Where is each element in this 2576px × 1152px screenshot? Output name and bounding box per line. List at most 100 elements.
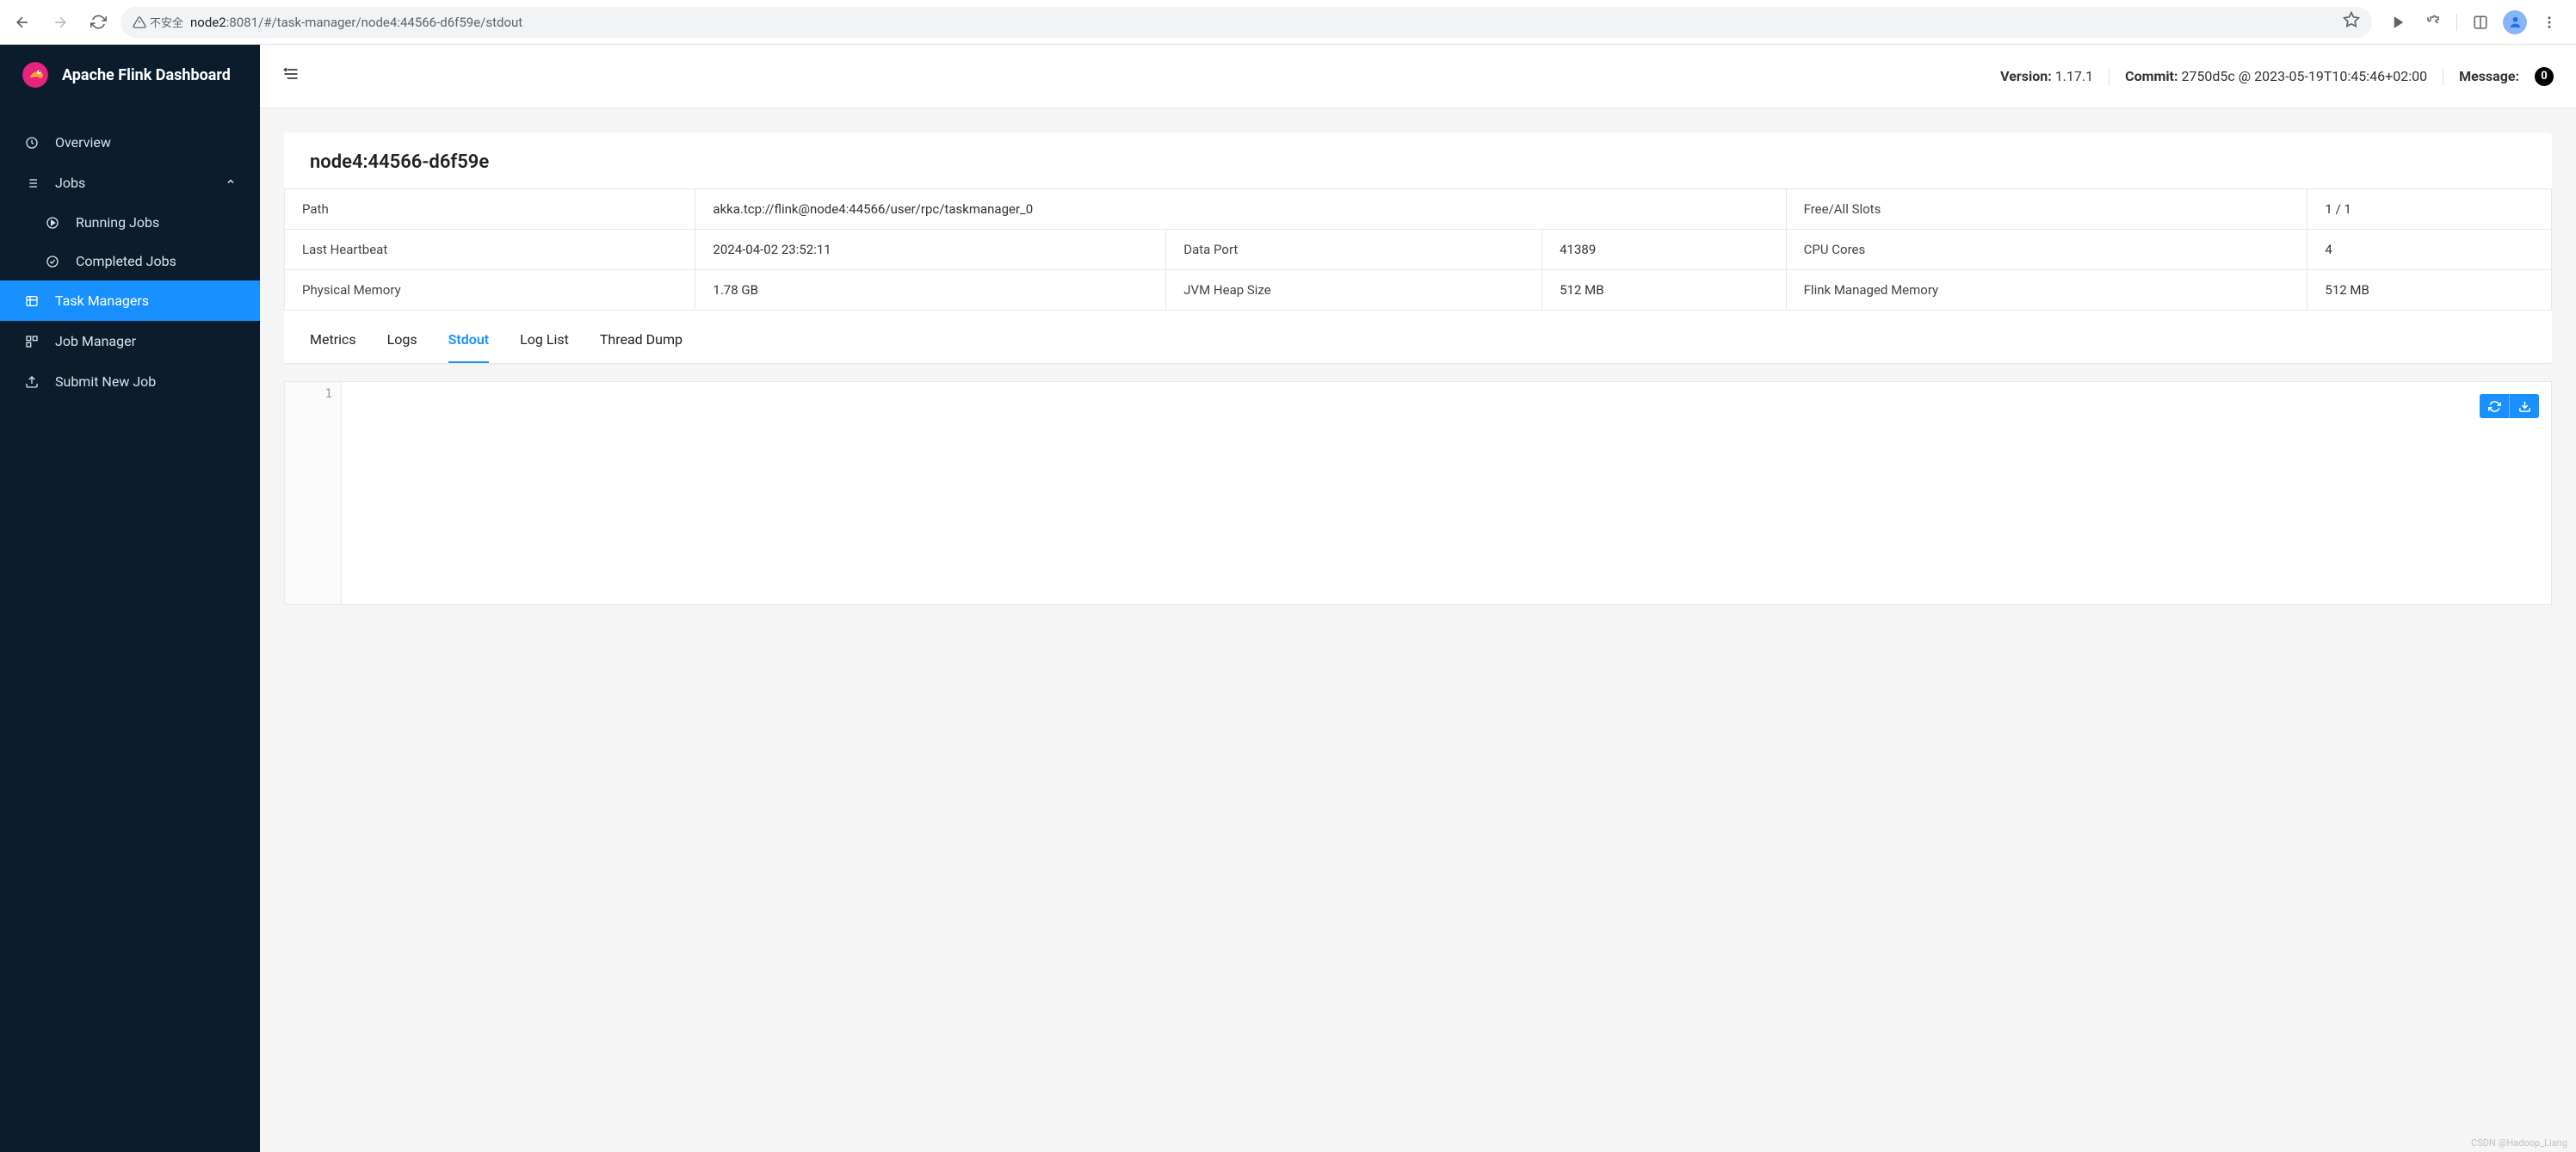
reload-button[interactable] [83, 7, 114, 38]
commit-value: 2750d5c @ 2023-05-19T10:45:46+02:00 [2181, 68, 2427, 84]
profile-avatar[interactable] [2500, 8, 2530, 37]
puzzle-icon[interactable] [2418, 8, 2448, 37]
browser-chrome: 不安全 node2:8081/#/task-manager/node4:4456… [0, 0, 2576, 45]
brand-title: Apache Flink Dashboard [62, 66, 231, 84]
url-port: :8081 [226, 15, 258, 30]
version-label: Version: [2000, 68, 2052, 84]
info-table: Path akka.tcp://flink@node4:44566/user/r… [284, 188, 2552, 311]
url-text: node2:8081/#/task-manager/node4:44566-d6… [190, 14, 522, 30]
sidebar-item-label: Jobs [55, 175, 85, 191]
arrow-left-icon [14, 14, 31, 31]
chevron-up-icon [225, 176, 236, 189]
nav-list: Overview Jobs Running Jobs Completed Job… [0, 105, 260, 402]
sidebar-item-submit-job[interactable]: Submit New Job [0, 361, 260, 402]
sidebar-item-label: Task Managers [55, 293, 149, 309]
browser-extensions [2379, 8, 2569, 37]
info-value: 41389 [1542, 230, 1787, 270]
sidebar-item-job-manager[interactable]: Job Manager [0, 321, 260, 361]
flink-logo-icon [21, 60, 50, 89]
info-value: 1.78 GB [695, 270, 1166, 311]
message-count-badge[interactable]: 0 [2535, 67, 2554, 86]
tab-loglist[interactable]: Log List [520, 317, 569, 363]
info-key: JVM Heap Size [1166, 270, 1542, 311]
info-key: Physical Memory [285, 270, 695, 311]
info-value: 512 MB [1542, 270, 1787, 311]
arrow-right-icon [52, 14, 69, 31]
separator [2456, 14, 2457, 31]
info-value: 4 [2307, 230, 2552, 270]
panel-icon[interactable] [2466, 8, 2495, 37]
table-row: Last Heartbeat 2024-04-02 23:52:11 Data … [285, 230, 2552, 270]
separator [2109, 67, 2110, 86]
sidebar-item-label: Completed Jobs [76, 253, 176, 269]
commit-info: Commit: 2750d5c @ 2023-05-19T10:45:46+02… [2125, 68, 2427, 84]
upload-icon [24, 374, 40, 390]
sidebar-item-label: Overview [55, 134, 111, 151]
message-info: Message: [2459, 68, 2519, 84]
sidebar-item-completed-jobs[interactable]: Completed Jobs [21, 242, 260, 280]
play-circle-icon [45, 215, 60, 231]
info-value: akka.tcp://flink@node4:44566/user/rpc/ta… [695, 189, 1786, 230]
url-path: /#/task-manager/node4:44566-d6f59e/stdou… [258, 15, 522, 30]
tab-logs[interactable]: Logs [387, 317, 417, 363]
back-button[interactable] [7, 7, 38, 38]
tab-stdout[interactable]: Stdout [448, 317, 490, 363]
info-key: Free/All Slots [1786, 189, 2307, 230]
line-number: 1 [293, 387, 332, 401]
forward-button[interactable] [45, 7, 76, 38]
info-key: CPU Cores [1786, 230, 2307, 270]
sidebar-item-label: Running Jobs [76, 214, 159, 231]
info-value: 1 / 1 [2307, 189, 2552, 230]
sidebar-item-label: Submit New Job [55, 373, 156, 390]
log-content[interactable] [342, 382, 2551, 392]
message-label: Message: [2459, 68, 2519, 84]
sidebar-item-label: Job Manager [55, 333, 136, 349]
bookmark-star-icon[interactable] [2343, 11, 2360, 33]
watermark: CSDN @Hadoop_Liang [2471, 1137, 2567, 1149]
sidebar: Apache Flink Dashboard Overview Jobs Run… [0, 45, 260, 1152]
brand[interactable]: Apache Flink Dashboard [0, 45, 260, 105]
info-key: Data Port [1166, 230, 1542, 270]
tab-metrics[interactable]: Metrics [310, 317, 356, 363]
table-row: Path akka.tcp://flink@node4:44566/user/r… [285, 189, 2552, 230]
refresh-icon [2488, 400, 2501, 413]
table-row: Physical Memory 1.78 GB JVM Heap Size 51… [285, 270, 2552, 311]
check-circle-icon [45, 254, 60, 269]
warning-triangle-icon [133, 15, 146, 29]
list-icon [24, 176, 40, 191]
url-host: node2 [190, 15, 226, 30]
version-info: Version: 1.17.1 [2000, 68, 2093, 84]
info-key: Last Heartbeat [285, 230, 695, 270]
commit-label: Commit: [2125, 68, 2178, 84]
log-actions [2480, 394, 2539, 418]
info-key: Path [285, 189, 695, 230]
sidebar-item-overview[interactable]: Overview [0, 122, 260, 163]
jobs-submenu: Running Jobs Completed Jobs [0, 203, 260, 280]
app-root: Apache Flink Dashboard Overview Jobs Run… [0, 45, 2576, 1152]
sidebar-toggle-icon[interactable] [282, 65, 300, 87]
tab-threaddump[interactable]: Thread Dump [600, 317, 683, 363]
info-value: 2024-04-02 23:52:11 [695, 230, 1166, 270]
download-button[interactable] [2510, 394, 2539, 418]
dashboard-icon [24, 135, 40, 151]
refresh-button[interactable] [2480, 394, 2509, 418]
insecure-indicator: 不安全 [133, 14, 183, 30]
main-content: Version: 1.17.1 Commit: 2750d5c @ 2023-0… [260, 45, 2576, 1152]
task-manager-card: node4:44566-d6f59e Path akka.tcp://flink… [284, 132, 2552, 364]
page: node4:44566-d6f59e Path akka.tcp://flink… [260, 108, 2576, 629]
cluster-icon [24, 334, 40, 349]
stdout-viewer: 1 [284, 381, 2552, 605]
tabs: Metrics Logs Stdout Log List Thread Dump [284, 317, 2552, 364]
insecure-label: 不安全 [150, 14, 183, 30]
sidebar-item-jobs[interactable]: Jobs [0, 163, 260, 203]
version-value: 1.17.1 [2055, 68, 2093, 84]
kebab-menu-icon[interactable] [2535, 8, 2564, 37]
url-bar[interactable]: 不安全 node2:8081/#/task-manager/node4:4456… [120, 7, 2372, 38]
topbar: Version: 1.17.1 Commit: 2750d5c @ 2023-0… [260, 45, 2576, 108]
line-gutter: 1 [285, 382, 342, 604]
user-icon [2508, 15, 2523, 29]
download-icon [2518, 400, 2531, 413]
sidebar-item-running-jobs[interactable]: Running Jobs [21, 203, 260, 242]
sidebar-item-task-managers[interactable]: Task Managers [0, 280, 260, 321]
play-icon[interactable] [2384, 8, 2413, 37]
